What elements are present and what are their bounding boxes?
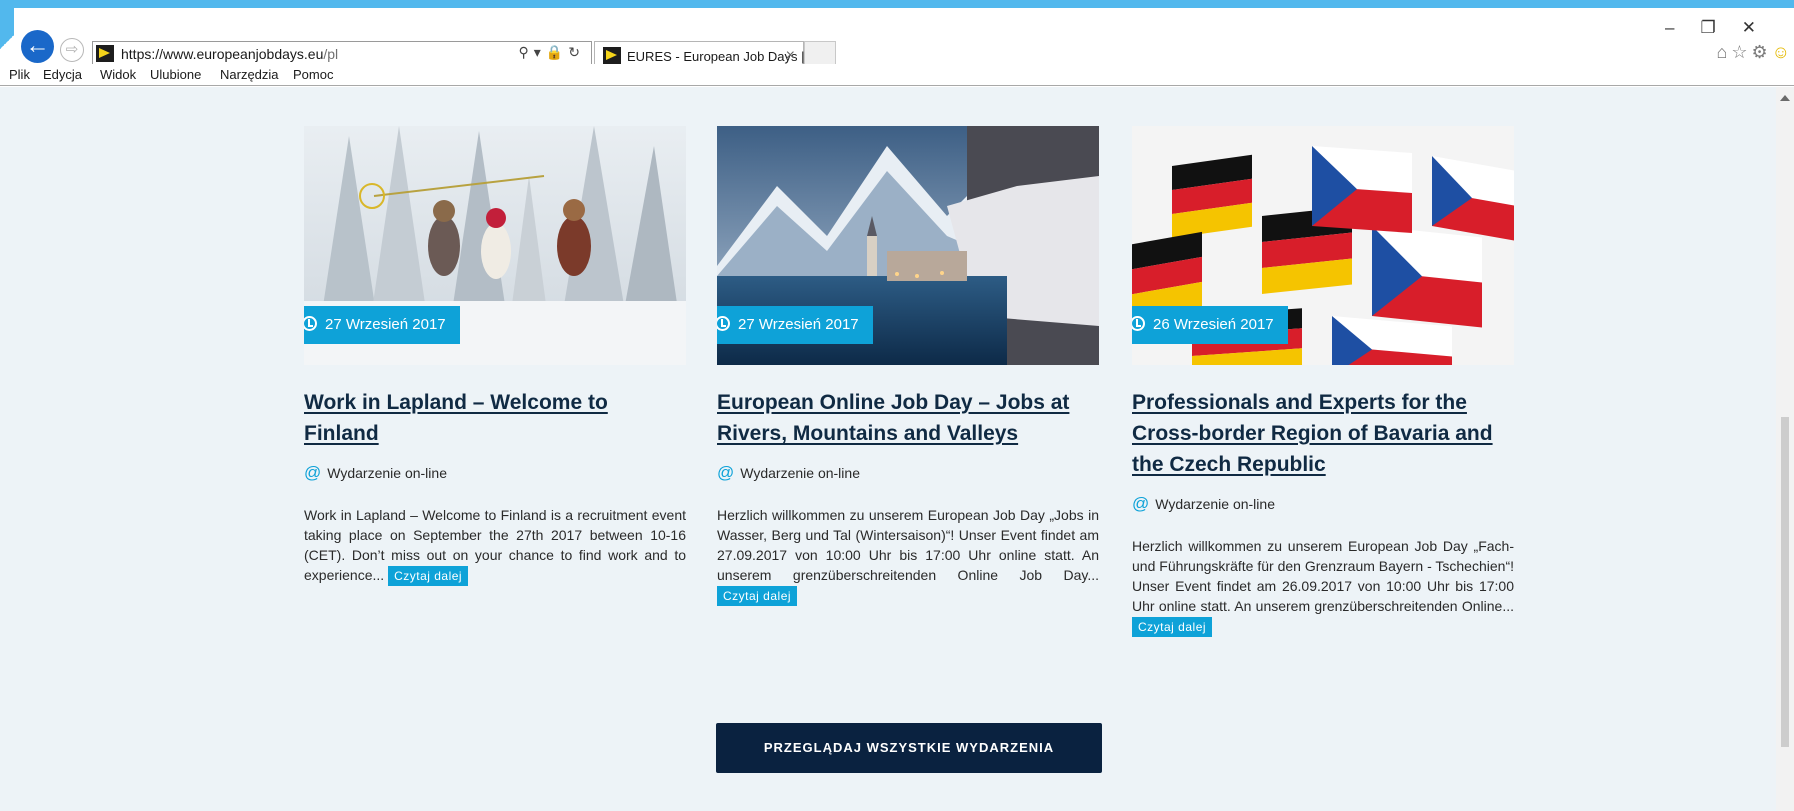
tab-favicon-icon: [603, 47, 621, 64]
read-more-button[interactable]: Czytaj dalej: [1132, 617, 1213, 637]
minimize-icon[interactable]: –: [1665, 18, 1700, 37]
menu-help[interactable]: Pomoc: [293, 67, 333, 82]
url-host: europeanjobdays.eu: [196, 46, 324, 62]
vertical-scrollbar[interactable]: [1776, 87, 1794, 811]
event-title-link[interactable]: Professionals and Experts for the Cross-…: [1132, 387, 1514, 480]
menu-tools[interactable]: Narzędzia: [220, 67, 279, 82]
close-icon[interactable]: ✕: [1742, 18, 1782, 37]
menu-file[interactable]: Plik: [9, 67, 30, 82]
menu-view[interactable]: Widok: [100, 67, 136, 82]
at-sign-icon: @: [717, 463, 735, 482]
event-date-badge: 27 Wrzesień 2017: [304, 306, 460, 344]
event-type: @ Wydarzenie on-line: [1132, 494, 1514, 514]
event-description: Work in Lapland – Welcome to Finland is …: [304, 505, 686, 586]
clock-icon: [1132, 316, 1145, 331]
event-date-badge: 27 Wrzesień 2017: [717, 306, 873, 344]
url-text: https://www.europeanjobdays.eu/pl: [121, 46, 338, 62]
url-path: /pl: [323, 46, 339, 62]
event-type: @ Wydarzenie on-line: [717, 463, 1099, 483]
event-image-mountains[interactable]: 27 Wrzesień 2017: [717, 126, 1099, 365]
event-description: Herzlich willkommen zu unserem European …: [1132, 536, 1514, 637]
page-content: 27 Wrzesień 2017 Work in Lapland – Welco…: [0, 87, 1776, 811]
dropdown-icon[interactable]: ▾: [534, 44, 546, 60]
favorites-star-icon[interactable]: ☆: [1731, 42, 1751, 62]
address-bar-icons[interactable]: ⚲▾🔒↻: [519, 44, 585, 61]
search-icon[interactable]: ⚲: [519, 44, 534, 60]
clock-icon: [717, 316, 730, 331]
settings-gear-icon[interactable]: ⚙: [1751, 42, 1771, 62]
event-type-label: Wydarzenie on-line: [327, 465, 447, 481]
event-card: 26 Wrzesień 2017 Professionals and Exper…: [1132, 126, 1514, 637]
event-image-lapland[interactable]: 27 Wrzesień 2017: [304, 126, 686, 365]
lock-icon[interactable]: 🔒: [546, 44, 568, 60]
window-controls[interactable]: –❐✕: [1665, 18, 1782, 38]
event-description-text: Herzlich willkommen zu unserem European …: [1132, 538, 1514, 614]
event-date: 26 Wrzesień 2017: [1153, 316, 1274, 333]
scrollbar-thumb[interactable]: [1781, 417, 1789, 747]
refresh-icon[interactable]: ↻: [568, 44, 585, 60]
read-more-button[interactable]: Czytaj dalej: [388, 566, 469, 586]
event-description-text: Herzlich willkommen zu unserem European …: [717, 507, 1099, 583]
read-more-button[interactable]: Czytaj dalej: [717, 586, 798, 606]
event-title-link[interactable]: Work in Lapland – Welcome to Finland: [304, 387, 686, 449]
back-button[interactable]: ←: [21, 30, 54, 63]
event-date: 27 Wrzesień 2017: [738, 316, 859, 333]
url-scheme: https://www.: [121, 46, 197, 62]
toolbar-right-icons[interactable]: ⌂☆⚙☺: [1716, 42, 1794, 63]
event-image-flags[interactable]: 26 Wrzesień 2017: [1132, 126, 1514, 365]
browse-all-events-button[interactable]: PRZEGLĄDAJ WSZYSTKIE WYDARZENIA: [716, 723, 1102, 773]
event-card: 27 Wrzesień 2017 Work in Lapland – Welco…: [304, 126, 686, 586]
at-sign-icon: @: [1132, 494, 1150, 513]
restore-icon[interactable]: ❐: [1701, 18, 1742, 37]
event-description-text: Work in Lapland – Welcome to Finland is …: [304, 507, 686, 583]
address-bar[interactable]: https://www.europeanjobdays.eu/pl ⚲▾🔒↻: [92, 41, 592, 66]
tab-close-icon[interactable]: ×: [786, 47, 795, 65]
menu-bar: Plik Edycja Widok Ulubione Narzędzia Pom…: [0, 64, 1794, 86]
clock-icon: [304, 316, 317, 331]
event-date: 27 Wrzesień 2017: [325, 316, 446, 333]
event-title-link[interactable]: European Online Job Day – Jobs at Rivers…: [717, 387, 1099, 449]
event-type-label: Wydarzenie on-line: [740, 465, 860, 481]
at-sign-icon: @: [304, 463, 322, 482]
event-type-label: Wydarzenie on-line: [1155, 496, 1275, 512]
browser-toolbar: ← ⇨ https://www.europeanjobdays.eu/pl ⚲▾…: [0, 8, 1794, 71]
home-icon[interactable]: ⌂: [1716, 42, 1731, 62]
forward-button[interactable]: ⇨: [60, 38, 84, 62]
event-description: Herzlich willkommen zu unserem European …: [717, 505, 1099, 606]
event-date-badge: 26 Wrzesień 2017: [1132, 306, 1288, 344]
menu-favorites[interactable]: Ulubione: [150, 67, 201, 82]
tab-title: EURES - European Job Days |: [627, 49, 805, 64]
event-type: @ Wydarzenie on-line: [304, 463, 686, 483]
feedback-smiley-icon[interactable]: ☺: [1772, 42, 1794, 62]
event-card: 27 Wrzesień 2017 European Online Job Day…: [717, 126, 1099, 606]
site-favicon-icon: [96, 45, 114, 62]
scroll-up-icon[interactable]: [1780, 95, 1790, 101]
window-title-bar: [0, 0, 1794, 8]
menu-edit[interactable]: Edycja: [43, 67, 82, 82]
